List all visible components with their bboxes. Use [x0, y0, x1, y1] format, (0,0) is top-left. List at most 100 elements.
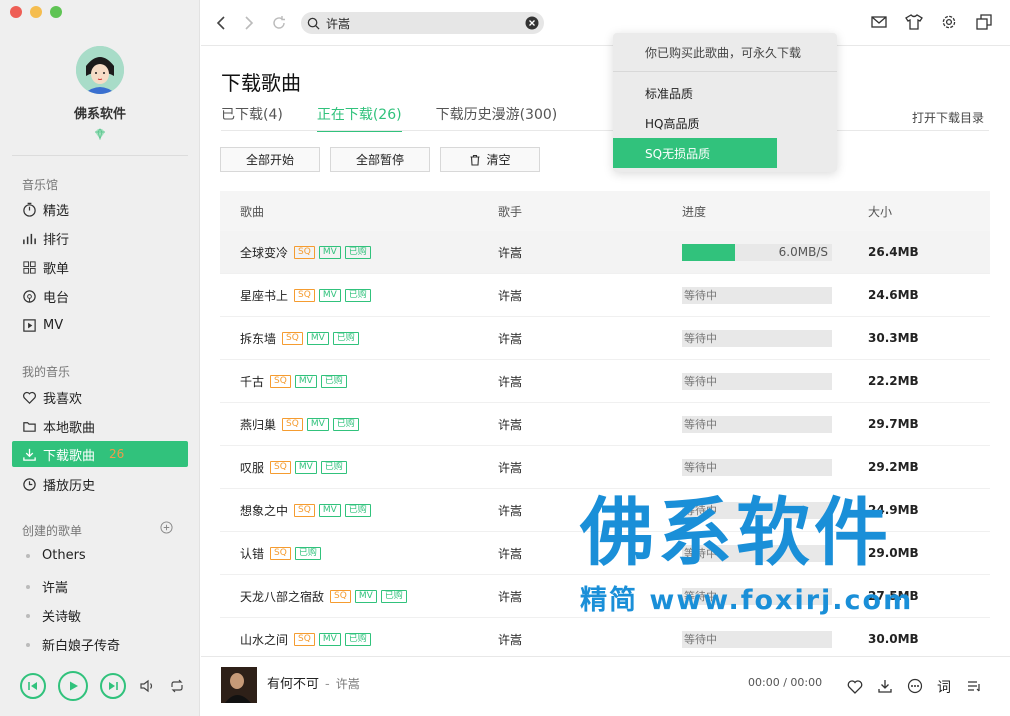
mail-icon[interactable] [871, 15, 887, 29]
mv-badge[interactable]: MV [318, 288, 341, 302]
avatar[interactable] [76, 46, 124, 94]
forward-arrow-icon[interactable] [243, 15, 255, 31]
previous-icon [28, 682, 37, 690]
mv-badge[interactable]: MV [318, 632, 341, 646]
download-song-icon[interactable] [877, 678, 893, 694]
mv-badge[interactable]: MV [306, 331, 329, 345]
artist-cell[interactable]: 许嵩 [498, 244, 682, 261]
playlist-item[interactable]: Others [26, 548, 86, 563]
mv-badge[interactable]: MV [318, 245, 341, 259]
tab-downloading[interactable]: 正在下载(26) [316, 104, 402, 132]
song-cell: 燕归巢 SQ MV 已购 [220, 416, 498, 433]
add-playlist-icon[interactable] [160, 521, 173, 534]
skin-shirt-icon[interactable] [905, 14, 923, 30]
clock-icon [23, 477, 36, 491]
table-header: 歌曲 歌手 进度 大小 [220, 191, 990, 231]
song-title[interactable]: 认错 [240, 545, 264, 562]
table-row[interactable]: 叹服 SQ MV 已购 许嵩 等待中 29.2MB [220, 446, 990, 489]
sidebar-item-mv[interactable]: MV [12, 312, 188, 338]
sidebar-item-downloads[interactable]: 下载歌曲 26 [12, 441, 188, 467]
artist-cell[interactable]: 许嵩 [498, 330, 682, 347]
quality-option-standard[interactable]: 标准品质 [613, 78, 837, 108]
sidebar-item-radio[interactable]: 电台 [12, 283, 188, 309]
song-title[interactable]: 全球变冷 [240, 244, 288, 261]
artist-cell[interactable]: 许嵩 [498, 459, 682, 476]
tab-download-history[interactable]: 下载历史漫游(300) [436, 104, 558, 132]
download-status: 等待中 [684, 633, 717, 646]
table-row[interactable]: 全球变冷 SQ MV 已购 许嵩 6.0MB/S 26.4MB [220, 231, 990, 274]
clear-search-icon[interactable] [525, 16, 539, 30]
size-cell: 24.6MB [868, 288, 919, 302]
playlist-queue-icon[interactable] [966, 678, 982, 694]
popup-header: 你已购买此歌曲，可永久下载 [613, 33, 837, 72]
song-title[interactable]: 拆东墙 [240, 330, 276, 347]
sidebar-item-charts[interactable]: 排行 [12, 225, 188, 251]
artist-cell[interactable]: 许嵩 [498, 373, 682, 390]
playlist-item[interactable]: 新白娘子传奇 [26, 635, 120, 654]
pause-all-button[interactable]: 全部暂停 [330, 147, 430, 172]
artist-cell[interactable]: 许嵩 [498, 416, 682, 433]
sidebar-item-featured[interactable]: 精选 [12, 196, 188, 222]
mv-badge[interactable]: MV [354, 589, 377, 603]
song-title[interactable]: 燕归巢 [240, 416, 276, 433]
album-cover[interactable] [221, 667, 257, 703]
next-button[interactable] [100, 673, 126, 699]
progress-track[interactable] [201, 657, 821, 658]
volume-icon[interactable] [138, 677, 156, 695]
search-icon [307, 17, 320, 30]
like-heart-icon[interactable] [847, 679, 863, 694]
playlist-item[interactable]: 关诗敏 [26, 606, 81, 625]
quality-option-sq[interactable]: SQ无损品质 [613, 138, 777, 168]
sidebar-item-local[interactable]: 本地歌曲 [12, 413, 188, 439]
table-row[interactable]: 拆东墙 SQ MV 已购 许嵩 等待中 30.3MB [220, 317, 990, 360]
play-button[interactable] [58, 671, 88, 701]
song-title[interactable]: 叹服 [240, 459, 264, 476]
search-input[interactable]: 许嵩 [326, 15, 350, 32]
song-title[interactable]: 千古 [240, 373, 264, 390]
mv-badge[interactable]: MV [294, 460, 317, 474]
player-controls [20, 671, 186, 701]
sidebar-item-favorites[interactable]: 我喜欢 [12, 384, 188, 410]
maximize-window-button[interactable] [50, 6, 62, 18]
size-cell: 29.7MB [868, 417, 919, 431]
song-title[interactable]: 星座书上 [240, 287, 288, 304]
vip-diamond-icon[interactable] [94, 128, 106, 140]
mv-badge[interactable]: MV [306, 417, 329, 431]
mv-badge[interactable]: MV [294, 374, 317, 388]
minimize-window-button[interactable] [30, 6, 42, 18]
search-box[interactable]: 许嵩 [301, 12, 544, 34]
song-title[interactable]: 天龙八部之宿敌 [240, 588, 324, 605]
sidebar-item-label: 排行 [43, 232, 70, 248]
quality-option-hq[interactable]: HQ高品质 [613, 108, 837, 138]
mini-mode-icon[interactable] [976, 14, 992, 30]
previous-button[interactable] [20, 673, 46, 699]
sidebar-item-playlists[interactable]: 歌单 [12, 254, 188, 280]
table-row[interactable]: 山水之间 SQ MV 已购 许嵩 等待中 30.0MB [220, 618, 990, 661]
sidebar-item-history[interactable]: 播放历史 [12, 471, 188, 497]
start-all-button[interactable]: 全部开始 [220, 147, 320, 172]
song-title[interactable]: 想象之中 [240, 502, 288, 519]
tab-downloaded[interactable]: 已下载(4) [221, 104, 283, 132]
purchased-badge: 已购 [344, 632, 371, 646]
table-row[interactable]: 燕归巢 SQ MV 已购 许嵩 等待中 29.7MB [220, 403, 990, 446]
open-download-dir-link[interactable]: 打开下载目录 [912, 109, 984, 126]
table-row[interactable]: 星座书上 SQ MV 已购 许嵩 等待中 24.6MB [220, 274, 990, 317]
loop-icon[interactable] [168, 677, 186, 695]
refresh-icon[interactable] [271, 15, 287, 31]
mv-badge[interactable]: MV [318, 503, 341, 517]
playlist-item[interactable]: 许嵩 [26, 577, 68, 596]
now-playing-artist[interactable]: 许嵩 [336, 675, 360, 692]
back-arrow-icon[interactable] [215, 15, 227, 31]
lyrics-button[interactable]: 词 [937, 677, 951, 697]
table-row[interactable]: 千古 SQ MV 已购 许嵩 等待中 22.2MB [220, 360, 990, 403]
artist-cell[interactable]: 许嵩 [498, 631, 682, 648]
artist-cell[interactable]: 许嵩 [498, 287, 682, 304]
more-icon[interactable] [907, 678, 923, 694]
gear-icon[interactable] [941, 14, 957, 30]
close-window-button[interactable] [10, 6, 22, 18]
username[interactable]: 佛系软件 [0, 103, 200, 122]
song-title[interactable]: 山水之间 [240, 631, 288, 648]
size-cell: 22.2MB [868, 374, 919, 388]
sidebar-item-label: MV [43, 317, 64, 333]
clear-button[interactable]: 清空 [440, 147, 540, 172]
